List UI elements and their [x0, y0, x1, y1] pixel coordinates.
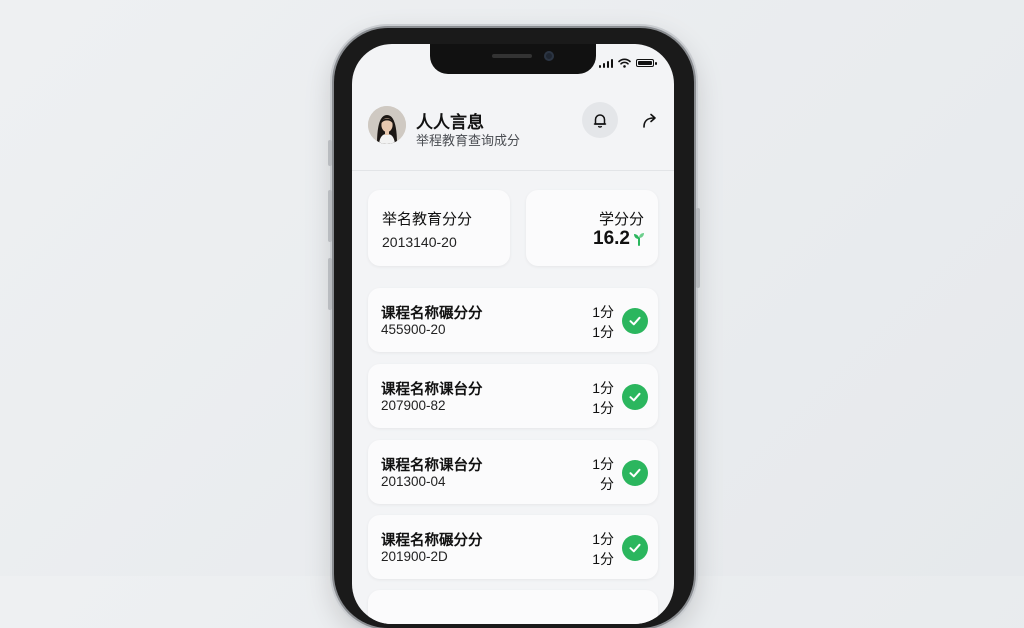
check-icon — [622, 535, 648, 561]
course-credit-earned: 1分 — [592, 324, 614, 340]
course-name: 课程名称碾分分 — [381, 533, 483, 549]
phone-screen: 人人言息 举程教育查询成分 举名教育分分 2013140-20 学分分 16.2… — [352, 44, 674, 624]
notification-button[interactable] — [582, 102, 618, 138]
course-credit: 1分 — [592, 304, 614, 320]
summary-title: 举名教育分分 — [382, 211, 473, 228]
credit-card[interactable]: 学分分 16.2 — [526, 190, 658, 266]
wifi-icon — [618, 58, 631, 68]
course-credit-earned: 1分 — [592, 400, 614, 416]
volume-up-button — [328, 190, 332, 242]
status-bar — [598, 58, 657, 68]
course-name: 课程名称课台分 — [381, 382, 483, 398]
credit-value: 16.2 — [593, 228, 630, 249]
course-name: 课程名称碾分分 — [381, 306, 483, 322]
check-icon — [622, 460, 648, 486]
avatar[interactable] — [368, 106, 406, 144]
course-card-partial[interactable] — [368, 590, 658, 624]
course-credit: 1分 — [592, 380, 614, 396]
course-code: 201300-04 — [381, 474, 446, 489]
profile-header: 人人言息 举程教育查询成分 — [352, 98, 674, 171]
user-subtitle: 举程教育查询成分 — [416, 133, 521, 148]
signal-icon — [598, 58, 613, 68]
summary-date: 2013140-20 — [382, 234, 457, 250]
course-card[interactable]: 课程名称课台分 201300-04 1分 分 — [368, 440, 658, 504]
course-credit-earned: 分 — [600, 476, 614, 492]
speaker — [492, 54, 532, 58]
avatar-image — [368, 106, 406, 144]
check-icon — [622, 308, 648, 334]
course-card[interactable]: 课程名称课台分 207900-82 1分 1分 — [368, 364, 658, 428]
share-button[interactable] — [634, 104, 666, 136]
mute-switch — [328, 140, 332, 166]
share-arrow-icon — [643, 113, 656, 128]
course-credit: 1分 — [592, 456, 614, 472]
course-code: 455900-20 — [381, 322, 446, 337]
power-button — [696, 208, 700, 288]
notch — [430, 44, 596, 74]
course-card[interactable]: 课程名称碾分分 201900-2D 1分 1分 — [368, 515, 658, 579]
battery-icon — [636, 59, 657, 67]
volume-down-button — [328, 258, 332, 310]
sprout-icon — [634, 233, 644, 246]
course-credit: 1分 — [592, 531, 614, 547]
bell-icon — [593, 114, 607, 128]
course-credit-earned: 1分 — [592, 551, 614, 567]
summary-card[interactable]: 举名教育分分 2013140-20 — [368, 190, 510, 266]
check-icon — [622, 384, 648, 410]
camera — [544, 51, 554, 61]
credit-label: 学分分 — [598, 211, 644, 228]
course-name: 课程名称课台分 — [381, 458, 483, 474]
course-code: 201900-2D — [381, 549, 448, 564]
course-code: 207900-82 — [381, 398, 446, 413]
phone-frame: 人人言息 举程教育查询成分 举名教育分分 2013140-20 学分分 16.2… — [328, 28, 700, 628]
course-card[interactable]: 课程名称碾分分 455900-20 1分 1分 — [368, 288, 658, 352]
